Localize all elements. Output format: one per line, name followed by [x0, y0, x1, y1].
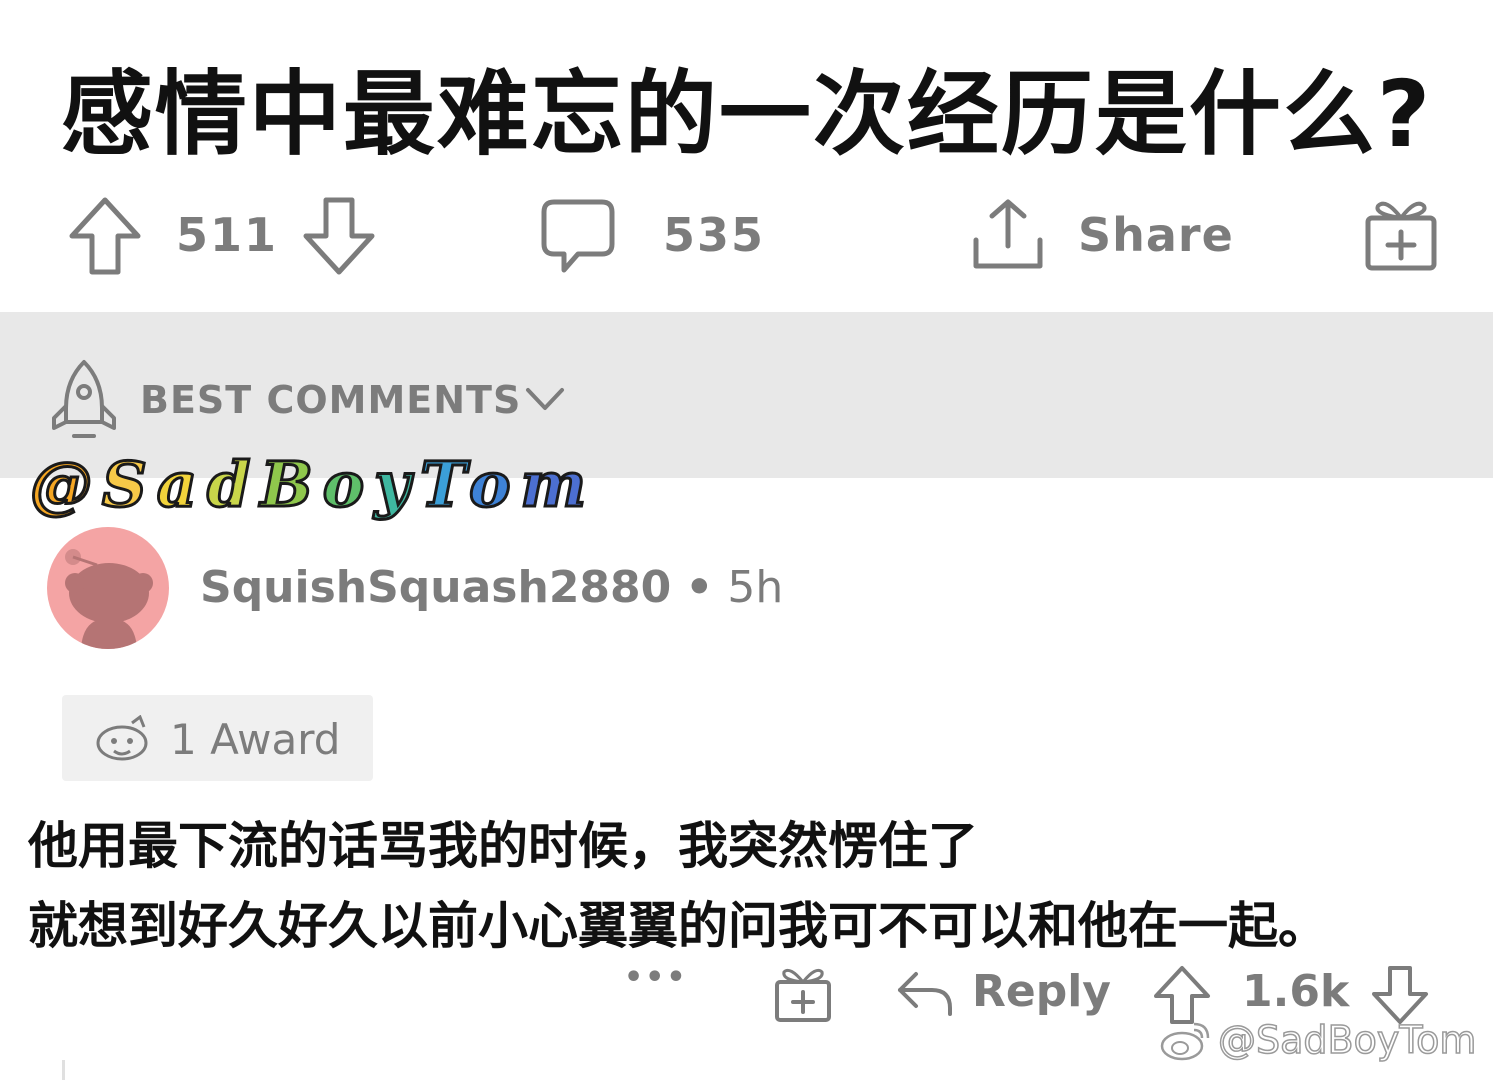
- award-icon: [96, 715, 148, 761]
- reply-icon[interactable]: [896, 968, 954, 1018]
- share-icon[interactable]: [970, 196, 1046, 272]
- gift-icon[interactable]: [774, 966, 832, 1024]
- share-label[interactable]: Share: [1078, 208, 1234, 262]
- upvote-count: 511: [176, 208, 279, 262]
- comment-time: 5h: [727, 562, 784, 613]
- post-title: 感情中最难忘的一次经历是什么?: [60, 61, 1433, 168]
- comment-count: 535: [663, 208, 766, 262]
- comment-score: 1.6k: [1242, 966, 1350, 1017]
- downvote-icon[interactable]: [1370, 964, 1430, 1026]
- downvote-icon[interactable]: [302, 196, 376, 276]
- award-label: 1 Award: [170, 715, 341, 764]
- comment-author[interactable]: SquishSquash2880 • 5h: [200, 562, 783, 613]
- watermark-bottom: @SadBoyTom: [1160, 1017, 1477, 1063]
- upvote-icon[interactable]: [68, 196, 142, 276]
- award-badge[interactable]: 1 Award: [62, 695, 373, 781]
- comment-icon[interactable]: [540, 198, 616, 276]
- separator-dot: •: [685, 562, 714, 613]
- chevron-down-icon[interactable]: [524, 384, 566, 414]
- thread-line: [62, 1060, 65, 1080]
- watermark-top: @SadBoyTom: [29, 447, 597, 523]
- sort-label[interactable]: BEST COMMENTS: [140, 378, 521, 422]
- comment-text-line-1: 他用最下流的话骂我的时候，我突然愣住了: [28, 817, 978, 875]
- post-action-bar: 511 535 Share: [0, 190, 1493, 290]
- reply-button[interactable]: Reply: [972, 966, 1111, 1017]
- more-options-icon[interactable]: •••: [624, 960, 688, 995]
- upvote-icon[interactable]: [1152, 964, 1212, 1026]
- rocket-icon: [52, 360, 116, 438]
- snoo-avatar-icon: [65, 549, 153, 649]
- comment-text-line-2: 就想到好久好久以前小心翼翼的问我可不可以和他在一起。: [28, 897, 1328, 955]
- weibo-icon: [1160, 1022, 1210, 1061]
- avatar[interactable]: [47, 527, 169, 649]
- watermark-bottom-text: @SadBoyTom: [1217, 1017, 1477, 1063]
- gift-icon[interactable]: [1364, 196, 1438, 272]
- username[interactable]: SquishSquash2880: [200, 562, 671, 613]
